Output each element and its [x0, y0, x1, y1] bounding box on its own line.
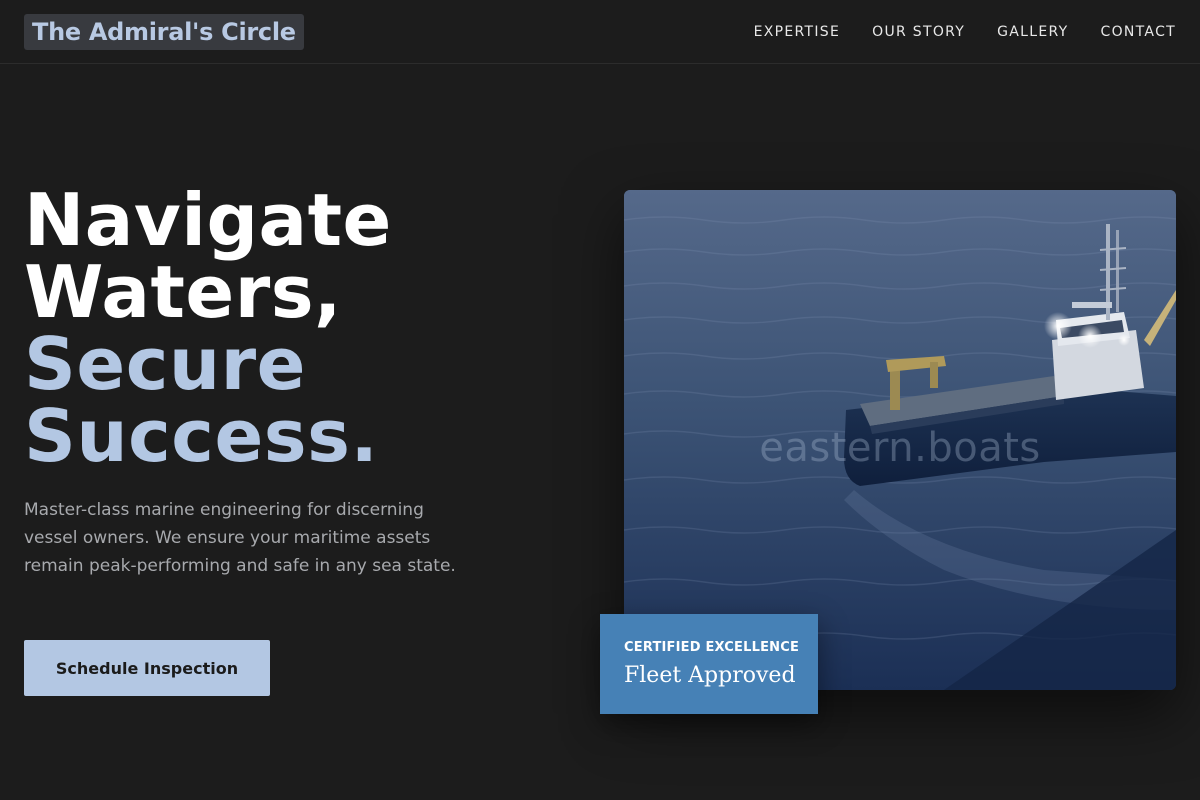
- nav-link-contact[interactable]: CONTACT: [1101, 24, 1177, 40]
- image-watermark: eastern.boats: [759, 425, 1041, 471]
- badge-title: Fleet Approved: [624, 663, 796, 688]
- nav-link-expertise[interactable]: EXPERTISE: [754, 24, 841, 40]
- main-nav: EXPERTISE OUR STORY GALLERY CONTACT: [754, 0, 1176, 64]
- hero-headline: Navigate Waters, Secure Success.: [24, 184, 392, 472]
- site-logo[interactable]: The Admiral's Circle: [24, 14, 304, 50]
- nav-link-gallery[interactable]: GALLERY: [997, 24, 1068, 40]
- headline-line-2: Waters,: [24, 250, 342, 334]
- headline-line-3: Secure: [24, 322, 306, 406]
- badge-eyebrow: CERTIFIED EXCELLENCE: [624, 640, 800, 655]
- headline-line-4: Success.: [24, 394, 379, 478]
- certification-badge: CERTIFIED EXCELLENCE Fleet Approved: [600, 614, 818, 714]
- site-header: The Admiral's Circle EXPERTISE OUR STORY…: [0, 0, 1200, 64]
- nav-link-our-story[interactable]: OUR STORY: [872, 24, 965, 40]
- hero-description: Master-class marine engineering for disc…: [24, 500, 456, 576]
- schedule-inspection-button[interactable]: Schedule Inspection: [24, 640, 270, 696]
- headline-line-1: Navigate: [24, 178, 392, 262]
